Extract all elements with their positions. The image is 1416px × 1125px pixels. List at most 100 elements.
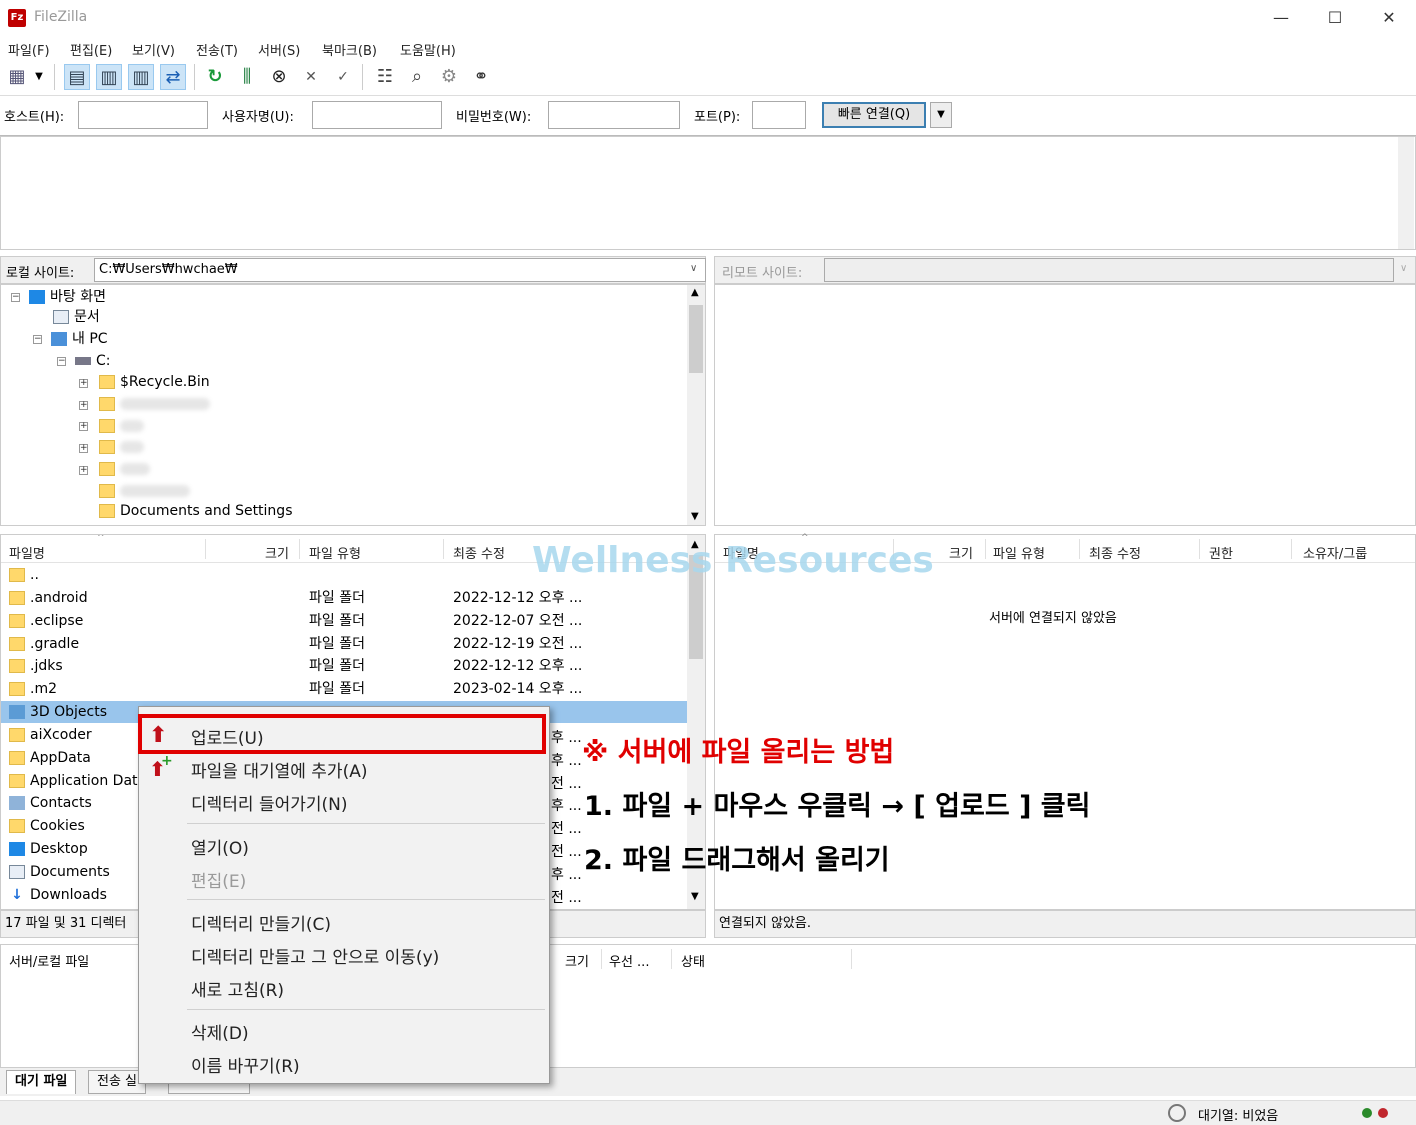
column-separator[interactable] (205, 539, 206, 559)
context-menu: ⬆ 업로드(U) ⬆ + 파일을 대기열에 추가(A) 디렉터리 들어가기(N)… (138, 706, 550, 1084)
username-input[interactable] (312, 101, 442, 129)
column-separator[interactable] (1199, 539, 1200, 559)
collapse-icon[interactable]: − (33, 335, 42, 344)
close-button[interactable]: ✕ (1366, 4, 1412, 32)
menu-add-to-queue[interactable]: 파일을 대기열에 추가(A) (191, 757, 367, 782)
tree-node-blurred[interactable] (99, 394, 210, 414)
column-separator[interactable] (443, 539, 444, 559)
site-manager-icon[interactable]: ▦ (4, 64, 30, 90)
column-owner[interactable]: 소유자/그룹 (1303, 543, 1367, 562)
tree-node-documents[interactable]: 문서 (53, 307, 100, 327)
menu-file[interactable]: 파일(F) (8, 40, 50, 59)
queue-column-file[interactable]: 서버/로컬 파일 (9, 951, 89, 970)
menu-edit[interactable]: 편집(E) (70, 40, 112, 59)
column-separator[interactable] (299, 539, 300, 559)
column-type[interactable]: 파일 유형 (309, 543, 361, 562)
tree-node-recycle-bin[interactable]: $Recycle.Bin (99, 372, 210, 392)
local-path-dropdown-icon[interactable]: ∨ (690, 263, 697, 274)
menu-enter-directory[interactable]: 디렉터리 들어가기(N) (191, 790, 348, 815)
disconnect-icon[interactable]: ✕ (298, 64, 324, 90)
menu-bookmark[interactable]: 북마크(B) (322, 40, 377, 59)
file-date: 2022-12-12 오후 ... (453, 658, 583, 674)
queue-column-status[interactable]: 상태 (681, 951, 705, 970)
site-manager-dropdown-icon[interactable]: ▼ (32, 64, 46, 90)
log-scrollbar[interactable] (1398, 137, 1414, 249)
port-input[interactable] (752, 101, 806, 129)
expand-icon[interactable]: + (79, 466, 88, 475)
menu-help[interactable]: 도움말(H) (400, 40, 456, 59)
column-separator[interactable] (851, 949, 852, 969)
expand-icon[interactable]: + (79, 422, 88, 431)
column-separator[interactable] (601, 949, 602, 969)
column-name[interactable]: 파일명 (9, 543, 45, 562)
file-row[interactable]: .android 파일 폴더 2022-12-12 오후 ... (1, 587, 687, 609)
column-modified[interactable]: 최종 수정 (453, 543, 505, 562)
menu-server[interactable]: 서버(S) (258, 40, 300, 59)
sync-browse-icon[interactable]: ⌕ (404, 64, 430, 90)
menu-delete[interactable]: 삭제(D) (191, 1019, 249, 1044)
tree-node-blurred[interactable] (99, 459, 150, 479)
file-row[interactable]: .m2 파일 폴더 2023-02-14 오후 ... (1, 678, 687, 700)
column-size[interactable]: 크기 (265, 543, 289, 562)
tree-scroll-thumb[interactable] (689, 305, 703, 373)
scroll-down-icon[interactable]: ▼ (691, 891, 699, 902)
local-path-input[interactable]: C:₩Users₩hwchae₩ (94, 258, 706, 282)
menu-rename[interactable]: 이름 바꾸기(R) (191, 1052, 300, 1077)
file-row[interactable]: .eclipse 파일 폴더 2022-12-07 오전 ... (1, 610, 687, 632)
reconnect-icon[interactable]: ✓ (330, 64, 356, 90)
scroll-down-icon[interactable]: ▼ (691, 511, 699, 522)
column-permissions[interactable]: 권한 (1209, 543, 1233, 562)
downloads-icon: ↓ (11, 887, 23, 903)
tree-node-blurred[interactable] (99, 416, 144, 436)
toggle-local-tree-icon[interactable]: ▥ (96, 64, 122, 90)
directory-compare-icon[interactable]: ☷ (372, 64, 398, 90)
column-size[interactable]: 크기 (949, 543, 973, 562)
column-type[interactable]: 파일 유형 (993, 543, 1045, 562)
quickconnect-dropdown-icon[interactable]: ▼ (930, 102, 952, 128)
menu-create-directory[interactable]: 디렉터리 만들기(C) (191, 910, 331, 935)
password-input[interactable] (548, 101, 680, 129)
menu-view[interactable]: 보기(V) (132, 40, 175, 59)
filter-icon[interactable]: ⫼ (234, 64, 260, 90)
tree-node-mypc[interactable]: 내 PC (51, 329, 108, 349)
collapse-icon[interactable]: − (57, 357, 66, 366)
queue-column-size[interactable]: 크기 (565, 951, 589, 970)
minimize-button[interactable]: — (1258, 4, 1304, 32)
remote-path-dropdown-icon[interactable]: ∨ (1400, 263, 1407, 274)
expand-icon[interactable]: + (79, 444, 88, 453)
tree-node-c-drive[interactable]: C: (75, 351, 111, 371)
refresh-icon[interactable]: ↻ (202, 64, 228, 90)
tree-node-blurred[interactable] (99, 481, 190, 501)
toggle-remote-tree-icon[interactable]: ▥ (128, 64, 154, 90)
column-modified[interactable]: 최종 수정 (1089, 543, 1141, 562)
scroll-up-icon[interactable]: ▲ (691, 287, 699, 298)
tree-node-documents-settings[interactable]: Documents and Settings (99, 501, 292, 521)
cancel-icon[interactable]: ⊗ (266, 64, 292, 90)
quickconnect-button[interactable]: 빠른 연결(Q) (822, 102, 926, 128)
column-separator[interactable] (1079, 539, 1080, 559)
remote-path-input[interactable] (824, 258, 1394, 282)
file-row[interactable]: .gradle 파일 폴더 2022-12-19 오전 ... (1, 633, 687, 655)
tree-node-blurred[interactable] (99, 437, 144, 457)
maximize-button[interactable]: ☐ (1312, 4, 1358, 32)
menu-open[interactable]: 열기(O) (191, 834, 249, 859)
menu-transfer[interactable]: 전송(T) (196, 40, 238, 59)
tree-node-desktop[interactable]: 바탕 화면 (29, 287, 106, 307)
expand-icon[interactable]: + (79, 379, 88, 388)
column-separator[interactable] (671, 949, 672, 969)
collapse-icon[interactable]: − (11, 293, 20, 302)
file-name: Desktop (30, 841, 88, 857)
tab-queued-files[interactable]: 대기 파일 (6, 1070, 77, 1094)
column-separator[interactable] (985, 539, 986, 559)
queue-column-priority[interactable]: 우선 ... (609, 951, 649, 970)
menu-create-and-enter-directory[interactable]: 디렉터리 만들고 그 안으로 이동(y) (191, 943, 439, 968)
toggle-log-icon[interactable]: ▤ (64, 64, 90, 90)
column-separator[interactable] (1291, 539, 1292, 559)
file-row[interactable]: .jdks 파일 폴더 2022-12-12 오후 ... (1, 655, 687, 677)
expand-icon[interactable]: + (79, 401, 88, 410)
binoculars-icon[interactable]: ⚭ (468, 64, 494, 90)
host-input[interactable] (78, 101, 208, 129)
recursive-search-icon[interactable]: ⚙ (436, 64, 462, 90)
toggle-queue-icon[interactable]: ⇄ (160, 64, 186, 90)
menu-refresh[interactable]: 새로 고침(R) (191, 976, 284, 1001)
